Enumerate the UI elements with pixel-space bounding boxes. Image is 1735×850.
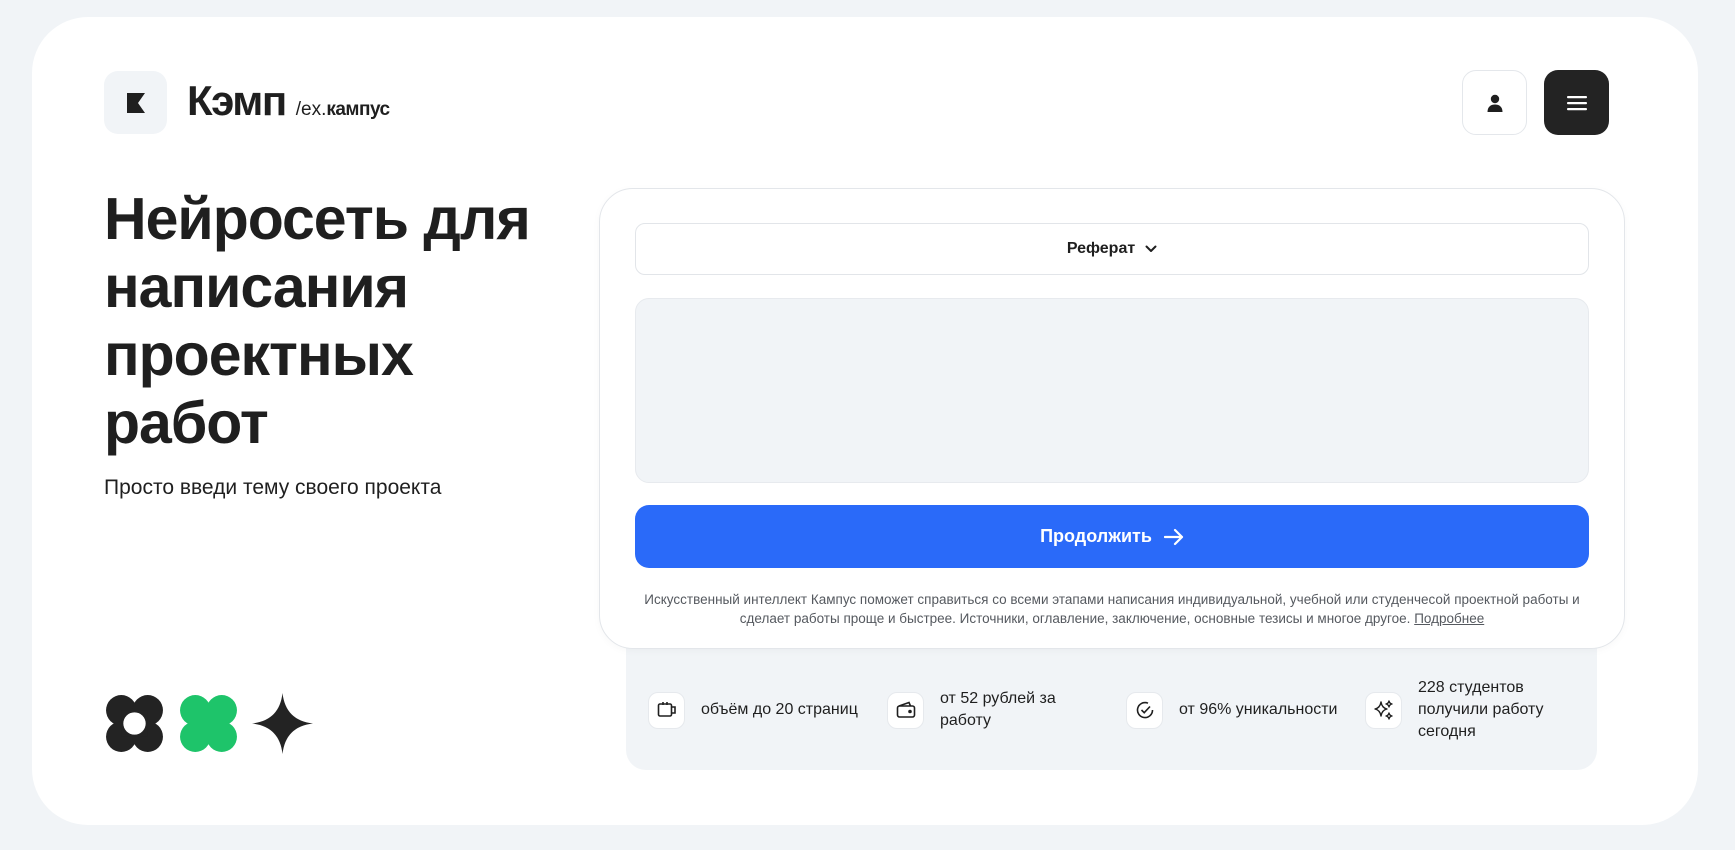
wallet-icon — [887, 691, 924, 729]
check-circle-icon — [1126, 691, 1163, 729]
feature-text: от 52 рублей за работу — [940, 690, 1056, 729]
user-icon — [1487, 94, 1502, 112]
arrow-right-icon — [1163, 528, 1184, 545]
feature-text: 228 студентов получили работу сегодня — [1418, 679, 1544, 740]
work-type-value: Реферат — [1066, 240, 1136, 257]
feature-text: от 96% уникальности — [1179, 701, 1338, 718]
feature-text: объём до 20 страниц — [701, 701, 858, 718]
work-type-select[interactable]: Реферат — [635, 223, 1589, 275]
more-link[interactable]: Подробнее — [1414, 611, 1484, 626]
brand-ex-label: /ex.кампус — [295, 99, 390, 120]
logo-icon[interactable] — [104, 71, 167, 134]
chevron-down-icon — [1145, 245, 1157, 252]
menu-button[interactable] — [1544, 70, 1609, 135]
feature-uniqueness: от 96% уникальности — [1126, 674, 1366, 746]
feature-price: от 52 рублей за работу — [887, 674, 1097, 746]
feature-students: 228 студентов получили работу сегодня — [1365, 674, 1595, 746]
clover-icon — [180, 695, 237, 752]
sparkles-icon — [1365, 691, 1402, 729]
hamburger-icon — [1566, 95, 1587, 110]
decorative-shapes — [104, 693, 313, 754]
brand-name: Кэмп — [187, 77, 287, 124]
continue-label: Продолжить — [1040, 526, 1152, 546]
profile-button[interactable] — [1462, 70, 1527, 135]
continue-button[interactable]: Продолжить — [635, 505, 1589, 568]
generator-form: Реферат Продолжить Искусственный интелле… — [599, 188, 1625, 649]
main-card: Кэмп /ex.кампус Нейросеть для написания … — [32, 17, 1698, 825]
disclaimer-text: Искусственный интеллект Кампус поможет с… — [644, 592, 1580, 626]
page-subtitle: Просто введи тему своего проекта — [104, 476, 442, 499]
feature-pages: объём до 20 страниц — [648, 674, 878, 746]
flower-icon — [106, 695, 163, 752]
page-title: Нейросеть для написания проектных работ — [104, 186, 531, 456]
book-icon — [648, 691, 685, 729]
topic-input[interactable] — [635, 298, 1589, 483]
star-icon — [252, 693, 313, 754]
brand-logo[interactable]: Кэмп /ex.кампус — [187, 77, 390, 125]
